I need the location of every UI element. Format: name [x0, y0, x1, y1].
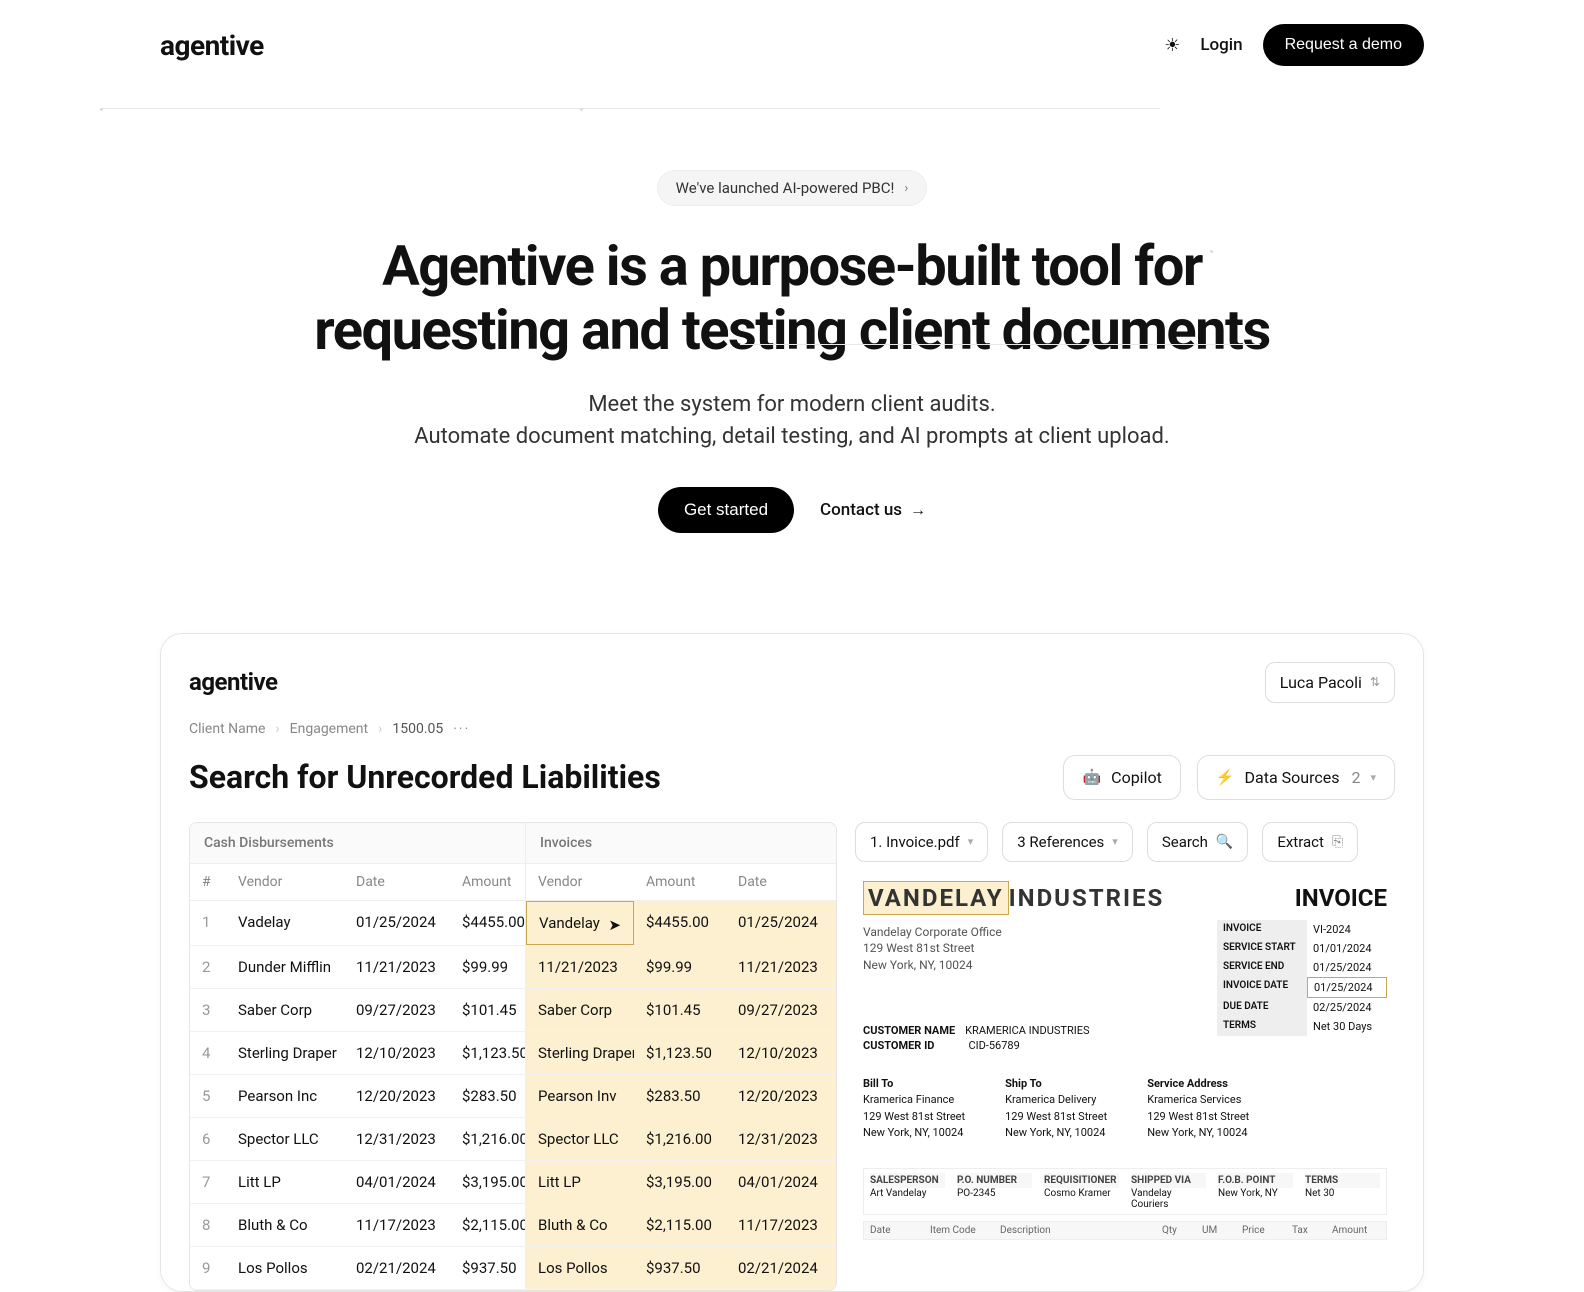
chevron-down-icon: ▾ [1112, 835, 1118, 848]
invoice-file-select[interactable]: 1. Invoice.pdf ▾ [855, 822, 988, 862]
breadcrumb-client[interactable]: Client Name [189, 721, 265, 737]
table-row[interactable]: 5Pearson Inc12/20/2023$283.50Pearson Inv… [190, 1075, 836, 1118]
data-sources-count: 2 [1351, 768, 1360, 787]
robot-icon: 🤖 [1082, 768, 1101, 786]
product-screenshot-card: agentive Luca Pacoli ⇅ Client Name › Eng… [160, 633, 1424, 1292]
table-row[interactable]: 8Bluth & Co11/17/2023$2,115.00Bluth & Co… [190, 1204, 836, 1247]
table-row[interactable]: 2Dunder Mifflin11/21/2023$99.9911/21/202… [190, 946, 836, 989]
table-group-invoices: Invoices [526, 823, 836, 863]
updown-icon: ⇅ [1370, 675, 1380, 689]
get-started-button[interactable]: Get started [658, 487, 794, 533]
arrow-right-icon: → [910, 500, 926, 520]
breadcrumb: Client Name › Engagement › 1500.05 ··· [189, 721, 1395, 737]
cursor-icon: ➤ [608, 916, 621, 934]
address-columns: Bill To Kramerica Finance 129 West 81st … [863, 1076, 1387, 1142]
customer-id-value: CID-56789 [968, 1039, 1019, 1052]
breadcrumb-code[interactable]: 1500.05 [392, 721, 443, 737]
search-button[interactable]: Search 🔍 [1147, 822, 1249, 862]
extract-icon: ⎘ [1332, 834, 1343, 850]
invoice-label: INVOICE [1295, 884, 1387, 912]
table-row[interactable]: 4Sterling Draper12/10/2023$1,123.50Sterl… [190, 1032, 836, 1075]
table-header: # Vendor Date Amount Vendor Amount Date [190, 864, 836, 901]
customer-name-label: CUSTOMER NAME [863, 1024, 955, 1037]
breadcrumb-more-icon[interactable]: ··· [453, 721, 470, 737]
bolt-icon: ⚡ [1216, 768, 1235, 786]
launch-announcement-pill[interactable]: We've launched AI-powered PBC! › [657, 170, 928, 206]
extract-button[interactable]: Extract ⎘ [1262, 822, 1358, 862]
breadcrumb-engagement[interactable]: Engagement [290, 721, 368, 737]
chevron-right-icon: › [904, 181, 908, 196]
invoice-items-header: Date Item Code Description Qty UM Price … [863, 1221, 1387, 1240]
table-row[interactable]: 6Spector LLC12/31/2023$1,216.00Spector L… [190, 1118, 836, 1161]
contact-us-link[interactable]: Contact us → [820, 500, 926, 520]
hero-section: We've launched AI-powered PBC! › Agentiv… [160, 90, 1424, 573]
document-viewer: 1. Invoice.pdf ▾ 3 References ▾ Search 🔍… [855, 822, 1395, 1291]
table-row[interactable]: 7Litt LP04/01/2024$3,195.00Litt LP$3,195… [190, 1161, 836, 1204]
user-name: Luca Pacoli [1280, 673, 1362, 692]
chevron-down-icon: ▾ [1370, 771, 1376, 784]
table-row[interactable]: 9Los Pollos02/21/2024$937.50Los Pollos$9… [190, 1247, 836, 1290]
hero-subtitle: Meet the system for modern client audits… [160, 389, 1424, 453]
page-title: Search for Unrecorded Liabilities [189, 758, 661, 796]
customer-id-label: CUSTOMER ID [863, 1039, 934, 1052]
request-demo-button[interactable]: Request a demo [1263, 24, 1424, 66]
customer-name-value: KRAMERICA INDUSTRIES [965, 1024, 1089, 1037]
chevron-down-icon: ▾ [968, 835, 974, 848]
highlight-company: VANDELAY [863, 881, 1009, 915]
references-select[interactable]: 3 References ▾ [1002, 822, 1133, 862]
table-group-cash: Cash Disbursements [190, 823, 526, 863]
search-icon: 🔍 [1216, 834, 1233, 850]
table-row[interactable]: 1Vadelay01/25/2024$4455.00Vandelay➤$4455… [190, 901, 836, 946]
logo[interactable]: agentive [160, 29, 264, 62]
disbursements-table: Cash Disbursements Invoices # Vendor Dat… [189, 822, 837, 1291]
app-logo[interactable]: agentive [189, 668, 277, 696]
invoice-company-name: VANDELAYINDUSTRIES [863, 884, 1164, 912]
data-sources-button[interactable]: ⚡ Data Sources 2 ▾ [1197, 755, 1395, 800]
pill-label: We've launched AI-powered PBC! [676, 179, 895, 197]
copilot-button[interactable]: 🤖 Copilot [1063, 755, 1180, 800]
user-menu[interactable]: Luca Pacoli ⇅ [1265, 662, 1395, 703]
table-row[interactable]: 3Saber Corp09/27/2023$101.45Saber Corp$1… [190, 989, 836, 1032]
login-link[interactable]: Login [1200, 35, 1242, 55]
theme-toggle-icon[interactable]: ☀ [1164, 35, 1180, 56]
